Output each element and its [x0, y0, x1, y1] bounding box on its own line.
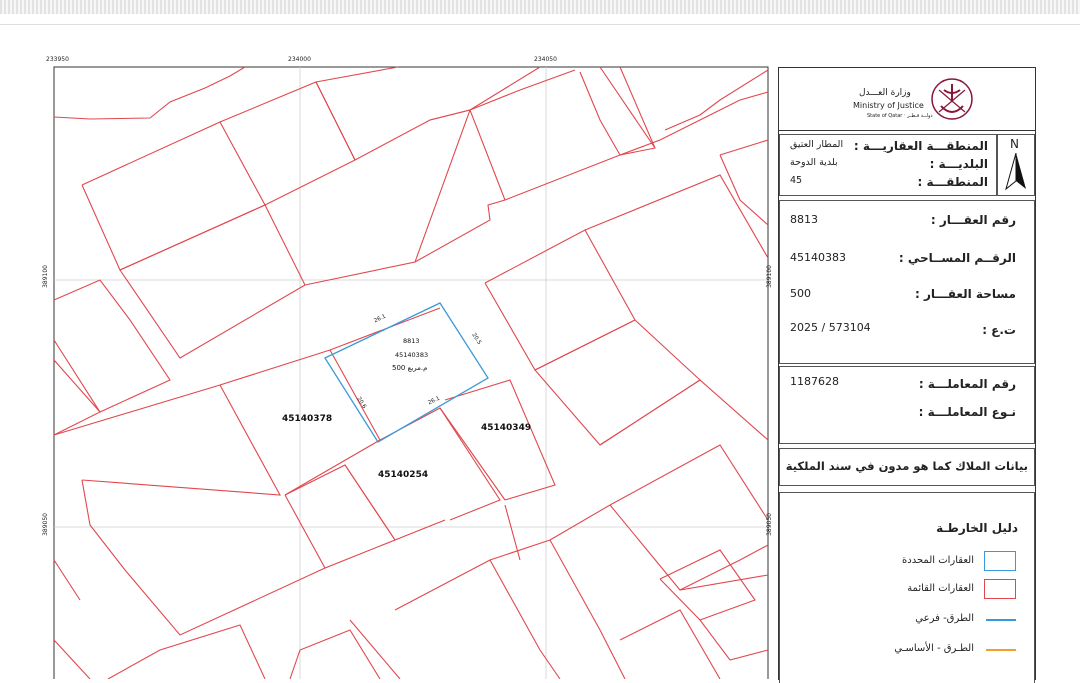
grid-coord-left: 389100 [42, 265, 49, 288]
zone-value: المطار العتيق [790, 139, 844, 150]
north-arrow-icon [1005, 153, 1026, 191]
subject-survey-label: 45140383 [395, 351, 429, 359]
property-area-label: مساحة العقـــار : [915, 287, 1016, 301]
legend-label: العقارات المحددة [902, 555, 974, 566]
owners-banner: بيانات الملاك كما هو مدون في سند الملكية [785, 459, 1028, 473]
grid-coord-right: 389050 [766, 513, 773, 536]
legend-line [986, 619, 1016, 621]
neighbor-parcel-label: 45140349 [481, 423, 532, 433]
property-number-value: 8813 [790, 213, 818, 226]
transaction-number-value: 1187628 [790, 375, 839, 388]
legend-box: دليل الخارطـة العقارات المحددة العقارات … [779, 492, 1035, 683]
grid-coord-left: 389050 [42, 513, 49, 536]
transaction-type-label: نـوع المعاملـــة : [918, 405, 1016, 419]
property-area-value: 500 [790, 287, 811, 300]
legend-swatch [984, 579, 1016, 599]
transaction-number-label: رقم المعاملـــة : [918, 377, 1016, 391]
neighbor-parcel-label: 45140254 [378, 470, 429, 480]
ministry-name-en: Ministry of Justice [853, 101, 924, 110]
te-label: ت.ع : [982, 323, 1016, 337]
transaction-box: رقم المعاملـــة : 1187628 نـوع المعاملــ… [779, 366, 1035, 444]
grid-coord-top: 234000 [288, 56, 311, 63]
ministry-name-ar: وزارة العـــدل [859, 88, 911, 98]
area-label: المنطقـــة : [917, 175, 988, 189]
legend-label: الطرق- فرعي [915, 613, 974, 624]
legend-label: الطـرق - الأساسـي [894, 643, 974, 654]
grid-coord-right: 389100 [766, 265, 773, 288]
map-frame [53, 66, 769, 679]
area-value: 45 [790, 175, 803, 186]
grid-coord-top: 233950 [46, 56, 69, 63]
neighbor-parcel-label: 45140378 [282, 414, 333, 424]
legend-label: العقارات القائمة [907, 583, 974, 594]
info-panel: وزارة العـــدل Ministry of Justice State… [778, 67, 1036, 683]
subject-area-label: م.مربع 500 [392, 364, 428, 372]
ministry-header: وزارة العـــدل Ministry of Justice State… [779, 68, 1035, 131]
legend-title: دليل الخارطـة [936, 521, 1018, 535]
legend-swatch [984, 551, 1016, 571]
grid-coord-top: 234050 [534, 56, 557, 63]
qatar-emblem-icon [931, 78, 973, 120]
property-box: رقم العقـــار : 8813 الرقــم المســاحي :… [779, 200, 1035, 364]
subject-number-label: 8813 [403, 337, 420, 345]
subject-parcel [324, 302, 489, 443]
municipality-value: بلدية الدوحة [790, 157, 838, 168]
legend-line [986, 649, 1016, 651]
survey-number-label: الرقــم المســاحي : [898, 251, 1016, 265]
state-name: State of Qatar ‧ دولــة قـطـر [867, 113, 933, 119]
location-box: المنطقـــة العقاريـــة : المطار العتيق ا… [779, 134, 997, 196]
zone-label: المنطقـــة العقاريـــة : [853, 139, 988, 153]
north-label: N [1010, 137, 1019, 151]
owners-banner-box: بيانات الملاك كما هو مدون في سند الملكية [779, 448, 1035, 486]
property-number-label: رقم العقـــار : [930, 213, 1016, 227]
north-box: N [997, 134, 1035, 196]
te-value: 2025 / 573104 [790, 321, 871, 334]
survey-number-value: 45140383 [790, 251, 846, 264]
existing-parcels [53, 66, 769, 679]
municipality-label: البلديـــة : [929, 157, 988, 171]
